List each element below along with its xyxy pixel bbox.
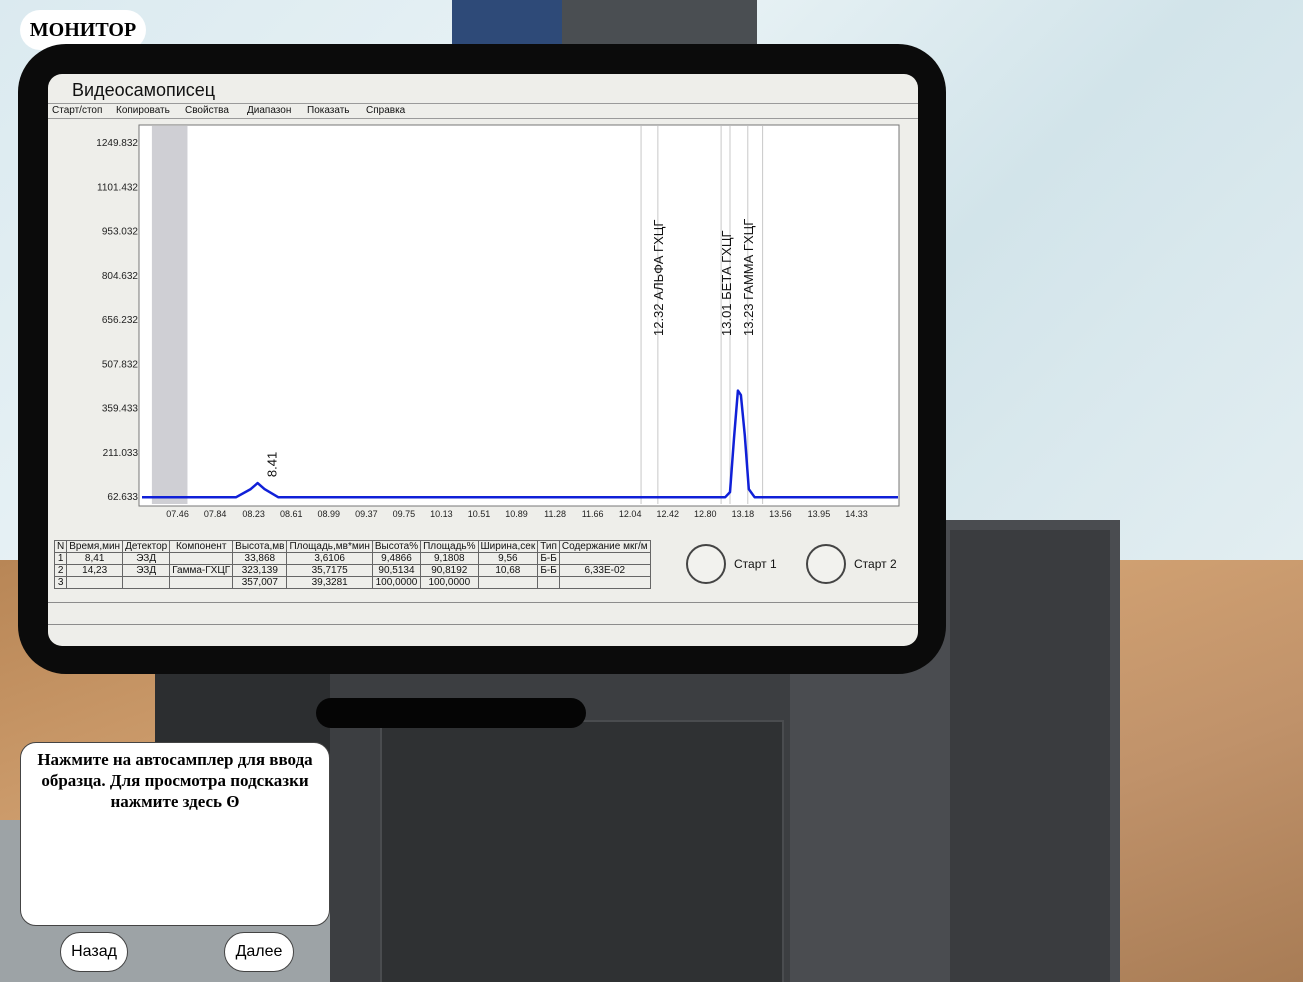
x-tick-label: 10.89: [505, 509, 528, 519]
back-button[interactable]: Назад: [60, 932, 128, 972]
results-header-row: N Время,мин Детектор Компонент Высота,мв Площ…: [53, 540, 651, 553]
start-2-group[interactable]: Старт 2: [806, 544, 897, 584]
table-cell: 9,4866: [371, 552, 422, 565]
hint-text[interactable]: Нажмите на автосамплер для ввода образца…: [29, 749, 321, 812]
x-tick-label: 10.13: [430, 509, 453, 519]
table-cell: ЭЗД: [122, 564, 171, 577]
x-tick-label: 12.42: [656, 509, 679, 519]
table-cell: Б-Б: [537, 564, 560, 577]
results-column-header: Площадь%: [420, 540, 479, 553]
start-1-button[interactable]: [686, 544, 726, 584]
results-column-header: Тип: [537, 540, 560, 553]
start-2-button[interactable]: [806, 544, 846, 584]
device-handle: [316, 698, 586, 728]
table-cell: [558, 576, 651, 589]
y-tick-label: 1249.832: [96, 138, 138, 149]
results-column-header: Площадь,мв*мин: [286, 540, 373, 553]
chromatogram-chart: 62.633 211.033 359.433 507.832 656.232 804.63…: [96, 124, 900, 519]
table-cell: 357,007: [232, 576, 288, 589]
results-column-header: Детектор: [122, 540, 171, 553]
x-tick-label: 14.33: [845, 509, 868, 519]
table-cell: 3: [53, 576, 68, 589]
table-cell: ЭЗД: [122, 552, 171, 565]
x-tick-label: 13.18: [732, 509, 755, 519]
peak-label: 8.41: [264, 452, 279, 477]
table-row: 1 8,41 ЭЗД 33,868 3,6106 9,4866 9,1808 9,56 Б-Б: [53, 552, 651, 565]
start-1-label: Старт 1: [734, 557, 777, 571]
table-row: 2 14,23 ЭЗД Гамма-ГХЦГ 323,139 35,7175 90,5134…: [53, 564, 651, 577]
table-cell: 90,5134: [371, 564, 422, 577]
table-cell: 9,1808: [420, 552, 479, 565]
results-column-header: N: [53, 540, 68, 553]
status-bar: [48, 624, 918, 625]
shaded-region: [151, 126, 188, 504]
results-column-header: Компонент: [169, 540, 234, 553]
y-tick-label: 1101.432: [97, 182, 138, 193]
table-cell: 33,868: [232, 552, 288, 565]
x-tick-label: 13.95: [808, 509, 831, 519]
table-cell: 1: [53, 552, 68, 565]
y-tick-label: 656.232: [102, 315, 139, 326]
x-tick-label: 11.28: [544, 509, 566, 519]
chromatograph-door[interactable]: [380, 720, 784, 982]
table-cell: [537, 576, 560, 589]
table-cell: [477, 576, 539, 589]
y-tick-label: 62.633: [107, 492, 138, 503]
table-cell: 3,6106: [286, 552, 373, 565]
start-1-group[interactable]: Старт 1: [686, 544, 777, 584]
x-tick-label: 09.37: [355, 509, 378, 519]
table-cell: 6,33Е-02: [558, 564, 651, 577]
start-2-label: Старт 2: [854, 557, 897, 571]
x-tick-label: 08.99: [318, 509, 341, 519]
next-button[interactable]: Далее: [224, 932, 294, 972]
table-cell: [558, 552, 651, 565]
x-tick-label: 10.51: [468, 509, 491, 519]
x-tick-label: 07.84: [204, 509, 227, 519]
table-cell: 35,7175: [286, 564, 373, 577]
table-cell: 100,0000: [420, 576, 479, 589]
results-column-header: Время,мин: [66, 540, 124, 553]
plot-area: [138, 124, 900, 507]
hint-panel[interactable]: Нажмите на автосамплер для ввода образца…: [20, 742, 330, 926]
table-row: 3 357,007 39,3281 100,0000 100,0000: [53, 576, 651, 589]
x-tick-label: 07.46: [166, 509, 189, 519]
results-column-header: Ширина,сек: [477, 540, 539, 553]
table-cell: 9,56: [477, 552, 539, 565]
table-cell: 8,41: [66, 552, 124, 565]
peak-label: 13.01 БЕТА ГХЦГ: [719, 230, 734, 336]
y-tick-label: 953.032: [102, 227, 139, 238]
table-cell: 323,139: [232, 564, 288, 577]
results-column-header: Содержание мкг/м: [558, 540, 651, 553]
table-cell: 2: [53, 564, 68, 577]
y-tick-label: 211.033: [103, 448, 139, 459]
table-cell: 39,3281: [286, 576, 373, 589]
x-tick-label: 08.61: [280, 509, 303, 519]
table-cell: Гамма-ГХЦГ: [169, 564, 234, 577]
table-cell: 90,8192: [420, 564, 479, 577]
table-cell: 14,23: [66, 564, 124, 577]
x-tick-label: 08.23: [242, 509, 265, 519]
x-tick-label: 13.56: [769, 509, 792, 519]
status-separator: [48, 602, 918, 603]
table-cell: 100,0000: [371, 576, 422, 589]
results-column-header: Высота,мв: [232, 540, 288, 553]
y-tick-label: 804.632: [102, 271, 139, 282]
x-tick-label: 12.80: [694, 509, 717, 519]
y-tick-label: 507.832: [102, 359, 139, 370]
y-tick-label: 359.433: [102, 404, 139, 415]
table-cell: 10,68: [477, 564, 539, 577]
x-tick-label: 11.66: [582, 509, 604, 519]
results-column-header: Высота%: [371, 540, 422, 553]
autosampler-side[interactable]: [950, 530, 1110, 982]
x-tick-label: 12.04: [619, 509, 642, 519]
table-cell: [66, 576, 124, 589]
peak-label: 12.32 АЛЬФА ГХЦГ: [651, 220, 666, 336]
table-cell: [169, 552, 234, 565]
peak-label: 13.23 ГАММА ГХЦГ: [741, 219, 756, 336]
results-table: N Время,мин Детектор Компонент Высота,мв Площ…: [53, 540, 651, 589]
table-cell: [169, 576, 234, 589]
x-tick-label: 09.75: [393, 509, 416, 519]
table-cell: [122, 576, 171, 589]
table-cell: Б-Б: [537, 552, 560, 565]
